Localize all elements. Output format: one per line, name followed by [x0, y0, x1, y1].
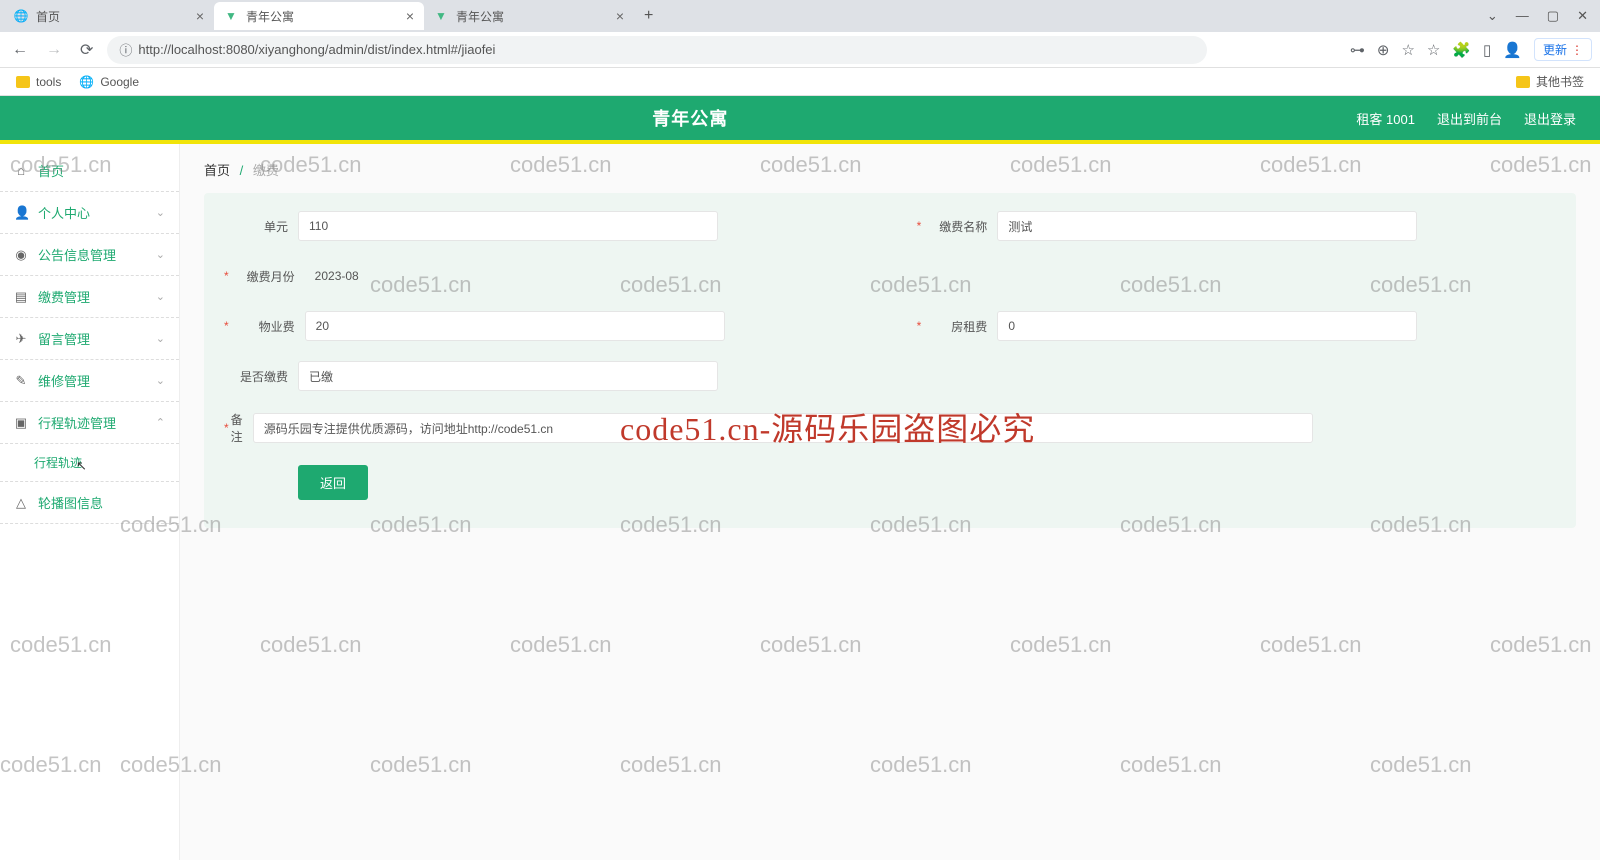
sidebar-item-repair[interactable]: ✎维修管理⌄: [0, 360, 179, 402]
user-icon: 👤: [14, 205, 28, 221]
sidebar-item-fee[interactable]: ▤缴费管理⌄: [0, 276, 179, 318]
globe-icon: 🌐: [14, 9, 28, 23]
close-icon[interactable]: ×: [406, 8, 414, 24]
vue-icon: ▼: [434, 9, 448, 23]
bookmark-other[interactable]: 其他书签: [1516, 73, 1584, 90]
field-propertyfee: *物业费20: [224, 311, 863, 341]
url-input[interactable]: ⓘ http://localhost:8080/xiyanghong/admin…: [107, 36, 1207, 64]
unit-input[interactable]: 110: [298, 211, 718, 241]
star-icon[interactable]: ☆: [1427, 41, 1440, 59]
field-remark: *备注源码乐园专注提供优质源码，访问地址http://code51.cn: [224, 411, 863, 445]
feename-input[interactable]: 测试: [997, 211, 1417, 241]
address-bar: ← → ⟳ ⓘ http://localhost:8080/xiyanghong…: [0, 32, 1600, 68]
bookmark-google[interactable]: 🌐 Google: [79, 75, 139, 89]
tab-app-active[interactable]: ▼ 青年公寓 ×: [214, 2, 424, 30]
home-icon: ⌂: [14, 163, 28, 178]
browser-tab-strip: 🌐 首页 × ▼ 青年公寓 × ▼ 青年公寓 × + ⌄ — ▢ ✕: [0, 0, 1600, 32]
extensions-icon[interactable]: 🧩: [1452, 41, 1471, 59]
sidebar: ⌂首页 👤个人中心⌄ ◉公告信息管理⌄ ▤缴费管理⌄ ✈留言管理⌄ ✎维修管理⌄…: [0, 144, 180, 860]
field-feename: *缴费名称测试: [917, 211, 1556, 241]
update-button[interactable]: 更新⋮: [1534, 38, 1592, 61]
folder-icon: [16, 76, 30, 88]
main-content: 首页 / 缴费 单元110 *缴费名称测试 *缴费月份2023-08 *物业费2…: [180, 144, 1600, 860]
breadcrumb: 首页 / 缴费: [204, 160, 1576, 179]
field-rentfee: *房租费0: [917, 311, 1556, 341]
back-button[interactable]: 返回: [298, 465, 368, 500]
ispaid-input[interactable]: 已缴: [298, 361, 718, 391]
chevron-down-icon: ⌄: [156, 248, 165, 261]
feemonth-input[interactable]: 2023-08: [305, 261, 725, 291]
close-icon[interactable]: ×: [616, 8, 624, 24]
field-feemonth: *缴费月份2023-08: [224, 261, 863, 291]
sidebar-item-home[interactable]: ⌂首页: [0, 150, 179, 192]
sidebar-item-profile[interactable]: 👤个人中心⌄: [0, 192, 179, 234]
app-header: 青年公寓 租客 1001 退出到前台 退出登录: [0, 96, 1600, 140]
maximize-icon[interactable]: ▢: [1547, 8, 1559, 24]
bell-icon: ◉: [14, 247, 28, 263]
close-window-icon[interactable]: ✕: [1577, 8, 1588, 24]
field-ispaid: 是否缴费已缴: [224, 361, 863, 391]
rentfee-input[interactable]: 0: [997, 311, 1417, 341]
sidebar-item-message[interactable]: ✈留言管理⌄: [0, 318, 179, 360]
tab-label: 青年公寓: [456, 8, 504, 25]
key-icon[interactable]: ⊶: [1350, 41, 1365, 59]
minimize-icon[interactable]: —: [1516, 8, 1529, 24]
wrench-icon: ✎: [14, 373, 28, 389]
sidebar-item-carousel[interactable]: △轮播图信息: [0, 482, 179, 524]
chevron-down-icon[interactable]: ⌄: [1487, 8, 1498, 24]
goto-front-link[interactable]: 退出到前台: [1437, 109, 1502, 128]
close-icon[interactable]: ×: [196, 8, 204, 24]
profile-icon[interactable]: 👤: [1503, 41, 1522, 59]
tab-label: 青年公寓: [246, 8, 294, 25]
folder-icon: [1516, 76, 1530, 88]
info-icon: ⓘ: [119, 40, 132, 59]
share-icon[interactable]: ☆: [1401, 41, 1414, 59]
remark-input[interactable]: 源码乐园专注提供优质源码，访问地址http://code51.cn: [253, 413, 1313, 443]
vue-icon: ▼: [224, 9, 238, 23]
sidebar-icon[interactable]: ▯: [1483, 41, 1491, 59]
reload-button[interactable]: ⟳: [76, 38, 97, 62]
sidebar-subitem-track[interactable]: 行程轨迹: [0, 444, 179, 482]
new-tab-button[interactable]: +: [634, 7, 663, 25]
logout-link[interactable]: 退出登录: [1524, 109, 1576, 128]
globe-icon: 🌐: [79, 75, 94, 89]
chevron-down-icon: ⌄: [156, 374, 165, 387]
translate-icon[interactable]: ⊕: [1377, 41, 1390, 59]
chevron-down-icon: ⌄: [156, 206, 165, 219]
chevron-down-icon: ⌄: [156, 290, 165, 303]
propertyfee-input[interactable]: 20: [305, 311, 725, 341]
doc-icon: ▤: [14, 289, 28, 305]
user-label[interactable]: 租客 1001: [1356, 109, 1415, 128]
url-text: http://localhost:8080/xiyanghong/admin/d…: [138, 42, 495, 57]
field-unit: 单元110: [224, 211, 863, 241]
tab-app[interactable]: ▼ 青年公寓 ×: [424, 2, 634, 30]
tab-label: 首页: [36, 8, 60, 25]
forward-button[interactable]: →: [42, 39, 66, 61]
bookmarks-bar: tools 🌐 Google 其他书签: [0, 68, 1600, 96]
route-icon: ▣: [14, 415, 28, 431]
bookmark-tools[interactable]: tools: [16, 75, 61, 89]
breadcrumb-home[interactable]: 首页: [204, 163, 230, 178]
image-icon: △: [14, 495, 28, 511]
breadcrumb-current: 缴费: [253, 163, 279, 178]
sidebar-item-announce[interactable]: ◉公告信息管理⌄: [0, 234, 179, 276]
chevron-up-icon: ⌃: [156, 416, 165, 429]
form-panel: 单元110 *缴费名称测试 *缴费月份2023-08 *物业费20 *房租费0 …: [204, 193, 1576, 528]
app-title: 青年公寓: [652, 105, 728, 131]
back-button[interactable]: ←: [8, 39, 32, 61]
sidebar-item-track[interactable]: ▣行程轨迹管理⌃: [0, 402, 179, 444]
chevron-down-icon: ⌄: [156, 332, 165, 345]
send-icon: ✈: [14, 331, 28, 347]
tab-home[interactable]: 🌐 首页 ×: [4, 2, 214, 30]
